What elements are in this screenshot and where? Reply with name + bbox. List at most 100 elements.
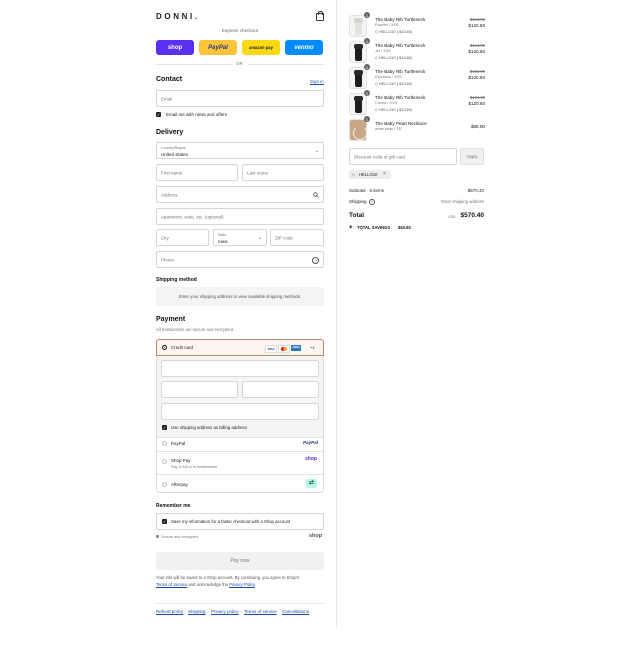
- shop-pay-button[interactable]: shop: [156, 40, 194, 55]
- chevron-down-icon: ⌄: [257, 235, 262, 241]
- billing-same-checkbox[interactable]: ✓: [162, 425, 167, 430]
- quantity-badge: 1: [364, 12, 370, 18]
- news-label: Email me with news and offers: [166, 112, 227, 117]
- remember-checkbox[interactable]: ✓: [162, 519, 167, 524]
- brand-logo[interactable]: DONNI.: [156, 12, 200, 21]
- total-value: $570.40: [460, 212, 485, 219]
- shipping-method-heading: Shipping method: [156, 277, 197, 283]
- tag-icon: ◈: [349, 224, 353, 229]
- shipping-link[interactable]: Shipping: [188, 609, 206, 614]
- or-label: OR: [236, 61, 243, 66]
- afterpay-radio[interactable]: [162, 482, 167, 487]
- news-checkbox[interactable]: ✓: [156, 112, 161, 117]
- venmo-label: venmo: [294, 44, 314, 51]
- country-value: United States: [161, 152, 189, 157]
- terms-link[interactable]: Terms of Service: [156, 582, 187, 587]
- billing-same-label: Use shipping address as billing address: [171, 425, 247, 430]
- shoppay-subtitle: Pay in full or in installments: [171, 465, 218, 469]
- paypal-logo-icon: PayPal: [303, 440, 319, 445]
- quantity-badge: 1: [364, 38, 370, 44]
- product-price: $120.60: [468, 49, 485, 54]
- product-name: The Baby Rib Turtleneck: [375, 43, 426, 48]
- phone-placeholder: Phone: [161, 257, 175, 262]
- secure-label: Secure and encrypted: [161, 535, 199, 539]
- shipping-label: Shipping: [349, 199, 367, 204]
- email-placeholder: Email: [161, 96, 173, 101]
- apartment-placeholder: Apartment, suite, etc. (optional): [161, 214, 224, 219]
- product-variant: Jet / XXS: [375, 49, 391, 53]
- savings-value: $53.60: [398, 225, 411, 230]
- product-image: [349, 119, 367, 141]
- city-field[interactable]: City: [156, 229, 209, 246]
- zip-field[interactable]: ZIP code: [270, 229, 324, 246]
- help-icon[interactable]: ?: [369, 199, 375, 205]
- search-icon: [313, 192, 319, 198]
- product-discount: ◇ HELLO10 (-$13.60): [375, 30, 413, 34]
- chevron-down-icon: ⌄: [314, 148, 319, 154]
- discount-code-field[interactable]: Discount code or gift card: [349, 148, 457, 165]
- shopping-bag-icon[interactable]: [316, 11, 324, 21]
- pay-now-button[interactable]: Pay now: [156, 552, 324, 570]
- product-image: [349, 67, 367, 89]
- paypal-button[interactable]: PayPal: [199, 40, 237, 55]
- country-label: Country/Region: [161, 146, 186, 150]
- email-field[interactable]: Email: [156, 90, 324, 107]
- expiration-field[interactable]: [161, 381, 238, 398]
- original-price: $134.00: [469, 43, 485, 48]
- security-code-field[interactable]: [242, 381, 319, 398]
- product-name: The Baby Pearl Necklace: [375, 121, 427, 126]
- original-price: $134.00: [469, 95, 485, 100]
- shop-pay-label: shop: [167, 44, 183, 51]
- amex-icon: AMEX: [291, 345, 301, 351]
- last-name-field[interactable]: Last name: [242, 164, 324, 181]
- name-on-card-field[interactable]: [161, 403, 319, 420]
- visa-icon: VISA: [265, 345, 277, 353]
- shoppay-option-label[interactable]: Shop Pay: [171, 458, 191, 463]
- paypal-option-label[interactable]: PayPal: [171, 441, 185, 446]
- column-divider: [336, 0, 337, 628]
- shipping-value: Enter shipping address: [441, 199, 484, 204]
- close-icon[interactable]: ×: [383, 171, 386, 177]
- quantity-badge: 1: [364, 64, 370, 70]
- paypal-radio[interactable]: [162, 441, 167, 446]
- remember-heading: Remember me: [156, 503, 191, 509]
- help-icon[interactable]: ?: [312, 257, 319, 264]
- product-discount: ◇ HELLO10 (-$13.60): [375, 56, 413, 60]
- sign-in-link[interactable]: Sign in: [310, 79, 324, 84]
- state-label: State: [218, 233, 227, 237]
- afterpay-option-label[interactable]: Afterpay: [171, 482, 188, 487]
- credit-card-radio[interactable]: [162, 345, 167, 350]
- product-image: [349, 41, 367, 63]
- subtotal-value: $570.40: [467, 188, 484, 193]
- credit-card-option[interactable]: Credit card VISA AMEX +4: [156, 339, 324, 356]
- shoppay-radio[interactable]: [162, 459, 167, 464]
- phone-field[interactable]: Phone ?: [156, 251, 324, 268]
- discount-tag-code: HELLO10: [359, 172, 378, 177]
- mastercard-icon: [278, 345, 290, 353]
- state-value: Iowa: [218, 239, 228, 244]
- product-variant: Espresso / XXS: [375, 75, 402, 79]
- shipping-method-box: Enter your shipping address to view avai…: [156, 287, 324, 306]
- card-number-field[interactable]: [161, 360, 319, 377]
- refund-policy-link[interactable]: Refund policy: [156, 609, 183, 614]
- shipping-method-message: Enter your shipping address to view avai…: [178, 294, 302, 299]
- delivery-heading: Delivery: [156, 129, 184, 136]
- first-name-placeholder: First name: [161, 170, 183, 175]
- amazon-pay-button[interactable]: amazon pay: [242, 40, 280, 55]
- state-select[interactable]: State Iowa ⌄: [213, 229, 267, 246]
- product-price: $120.60: [468, 23, 485, 28]
- first-name-field[interactable]: First name: [156, 164, 238, 181]
- product-discount: ◇ HELLO10 (-$13.60): [375, 82, 413, 86]
- disclaimer-mid: and acknowledge the: [187, 581, 230, 587]
- apply-button[interactable]: Apply: [460, 148, 484, 165]
- product-price: $88.00: [470, 124, 485, 129]
- apartment-field[interactable]: Apartment, suite, etc. (optional): [156, 208, 324, 225]
- country-select[interactable]: Country/Region United States ⌄: [156, 142, 324, 159]
- address-field[interactable]: Address: [156, 186, 324, 203]
- privacy-policy-link[interactable]: Privacy policy: [211, 609, 239, 614]
- cancellations-link[interactable]: Cancellations: [282, 609, 309, 614]
- zip-placeholder: ZIP code: [275, 235, 293, 240]
- venmo-button[interactable]: venmo: [285, 40, 323, 55]
- terms-of-service-link[interactable]: Terms of service: [244, 609, 277, 614]
- privacy-link[interactable]: Privacy Policy: [229, 582, 255, 587]
